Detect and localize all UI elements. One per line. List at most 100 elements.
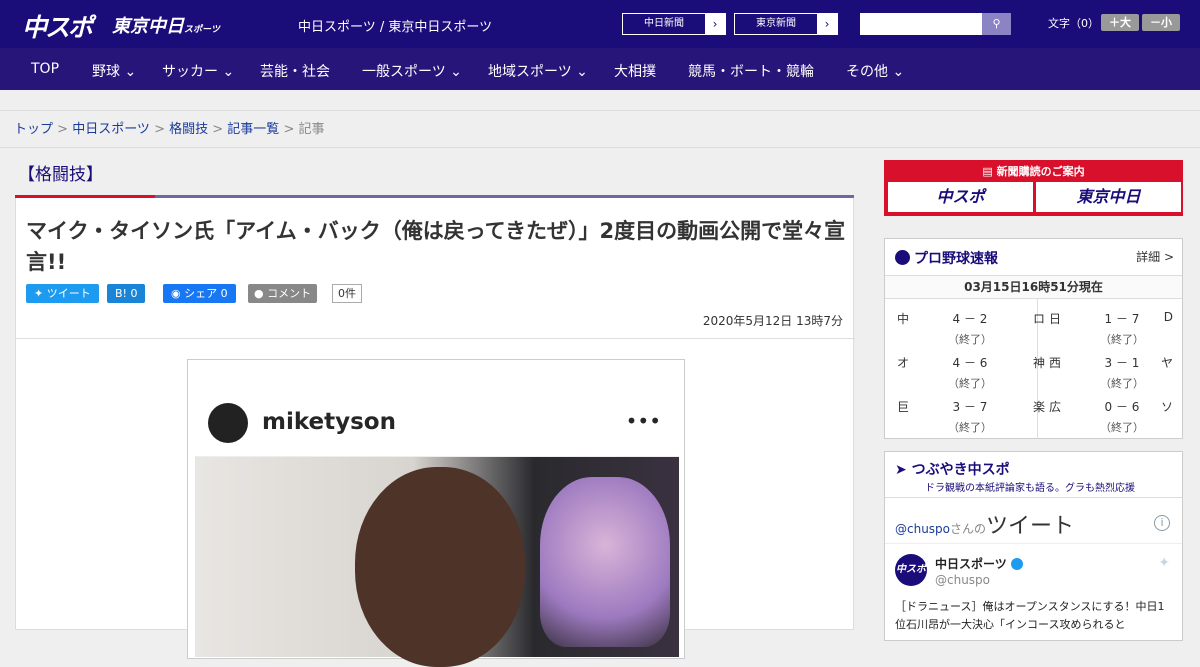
subscribe-title: ▤ 新聞購読のご案内: [885, 163, 1182, 179]
tokyo-chunichi-logo[interactable]: 東京中日スポーツ: [112, 12, 220, 38]
top-header: 中スポ 東京中日スポーツ 中日スポーツ / 東京中日スポーツ 中日新聞 › 東京…: [0, 0, 1200, 48]
score: 4 － 2: [952, 312, 988, 326]
baseball-scores-widget: プロ野球速報 詳細 > 03月15日16時51分現在 中 4 － 2 ロ （終了） 日…: [884, 238, 1183, 439]
team-home: 日: [1049, 312, 1062, 326]
scores-detail-link[interactable]: 詳細 >: [1136, 248, 1174, 265]
nav-general-sports[interactable]: 一般スポーツ ⌄: [362, 61, 462, 81]
instagram-photo: [195, 457, 679, 667]
breadcrumb-article-list[interactable]: 記事一覧: [227, 122, 279, 137]
score-row[interactable]: 巨 3 － 7 楽 （終了）: [897, 393, 1045, 437]
subscribe-box: ▤ 新聞購読のご案内 中スポ 東京中日: [884, 160, 1183, 216]
megaphone-icon: ➤: [895, 462, 912, 478]
score-row[interactable]: 広 0 － 6 ソ （終了）: [1049, 393, 1173, 437]
nav-local-sports[interactable]: 地域スポーツ ⌄: [488, 61, 588, 81]
game-status: （終了）: [948, 377, 992, 390]
team-home: 西: [1049, 356, 1062, 370]
breadcrumb-sep: >: [53, 122, 73, 137]
tweet-author-name-text: 中日スポーツ: [935, 557, 1007, 571]
tweet-text: ［ドラニュース］俺はオープンスタンスにする！中日1位石川昂が一大決心「インコース…: [895, 600, 1165, 631]
score-row[interactable]: 中 4 － 2 ロ （終了）: [897, 305, 1045, 349]
twitter-widget-subtitle: ドラ観戦の本紙評論家も語る。グラも熱烈応援: [925, 483, 1135, 494]
team-home: 巨: [897, 400, 910, 414]
breadcrumb-current: 記事: [298, 122, 325, 137]
instagram-embed[interactable]: miketyson •••: [187, 359, 685, 667]
tweet-label: ツイート: [46, 287, 91, 300]
chevron-right-icon: ›: [705, 14, 725, 34]
section-title: 【格闘技】: [18, 165, 103, 185]
search-input[interactable]: [860, 13, 982, 35]
site-name: 中日スポーツ / 東京中日スポーツ: [298, 20, 493, 35]
scores-title-text: プロ野球速報: [914, 251, 998, 267]
info-icon[interactable]: i: [1154, 515, 1170, 531]
breadcrumb-chunichi-sports[interactable]: 中日スポーツ: [72, 122, 150, 137]
speech-bubble-icon: ●: [254, 287, 268, 300]
scores-title: プロ野球速報: [895, 248, 998, 268]
game-status: （終了）: [1100, 421, 1144, 434]
tweet-author-name[interactable]: 中日スポーツ: [935, 555, 1023, 572]
twitter-bird-icon[interactable]: ✦: [1158, 555, 1170, 571]
nav-top[interactable]: TOP: [31, 61, 59, 77]
nav-racing[interactable]: 競馬・ボート・競輪: [688, 61, 814, 81]
score-row[interactable]: 西 3 － 1 ヤ （終了）: [1049, 349, 1173, 393]
nav-sumo[interactable]: 大相撲: [614, 61, 656, 81]
team-away: ソ: [1160, 400, 1173, 414]
facebook-share-button[interactable]: ◉ シェア 0: [163, 284, 236, 303]
main-nav: TOP 野球 ⌄ サッカー ⌄ 芸能・社会 一般スポーツ ⌄ 地域スポーツ ⌄ …: [0, 48, 1200, 90]
tokyo-shimbun-label: 東京新聞: [756, 18, 796, 29]
newspaper-icon: ▤: [982, 165, 997, 178]
verified-badge-icon: [1010, 558, 1023, 570]
breadcrumb: トップ > 中日スポーツ > 格闘技 > 記事一覧 > 記事: [0, 110, 1200, 148]
hatena-bookmark-button[interactable]: B! 0: [107, 284, 146, 303]
comment-button[interactable]: ● コメント: [248, 284, 318, 303]
avatar[interactable]: [208, 403, 248, 443]
subscribe-tokyo-chunichi-button[interactable]: 東京中日: [1036, 182, 1181, 212]
search-icon: ⚲: [992, 17, 1001, 30]
score: 1 － 7: [1104, 312, 1140, 326]
twitter-widget-title-text: つぶやき中スポ: [911, 462, 1010, 478]
avatar[interactable]: 中スポ: [895, 554, 927, 586]
font-size-label: 文字（0）: [1048, 17, 1099, 30]
nav-baseball[interactable]: 野球 ⌄: [92, 61, 136, 81]
twitter-timeline-heading: @chuspoさんのツイート: [895, 508, 1074, 540]
score-row[interactable]: オ 4 － 6 神 （終了）: [897, 349, 1045, 393]
search-button[interactable]: ⚲: [982, 13, 1011, 35]
score-row[interactable]: 日 1 － 7 D （終了）: [1049, 305, 1173, 349]
subscribe-title-text: 新聞購読のご案内: [996, 165, 1085, 178]
facebook-icon: ◉: [171, 287, 185, 300]
baseball-icon: [895, 250, 910, 265]
more-options-icon[interactable]: •••: [626, 409, 661, 433]
chuspo-logo[interactable]: 中スポ: [22, 8, 93, 44]
instagram-username[interactable]: miketyson: [262, 409, 396, 435]
breadcrumb-top[interactable]: トップ: [14, 122, 53, 137]
breadcrumb-sep: >: [149, 122, 170, 137]
score: 3 － 1: [1104, 356, 1140, 370]
tweet-author-handle[interactable]: @chuspo: [935, 573, 990, 587]
breadcrumb-fighting[interactable]: 格闘技: [169, 122, 208, 137]
logo-sub-text: 東京中日: [112, 16, 184, 37]
score: 4 － 6: [952, 356, 988, 370]
game-status: （終了）: [948, 333, 992, 346]
nav-soccer[interactable]: サッカー ⌄: [162, 61, 234, 81]
nav-other[interactable]: その他 ⌄: [846, 61, 904, 81]
tweet-button[interactable]: ✦ ツイート: [26, 284, 99, 303]
team-away: 神: [1032, 356, 1045, 370]
team-away: ロ: [1032, 312, 1045, 326]
font-larger-button[interactable]: ＋大: [1101, 14, 1139, 31]
team-away: 楽: [1032, 400, 1045, 414]
team-away: ヤ: [1160, 356, 1173, 370]
twitter-handle-link[interactable]: @chuspo: [895, 522, 950, 536]
nav-entertainment[interactable]: 芸能・社会: [260, 61, 330, 81]
portrait-image: [355, 467, 525, 667]
score: 3 － 7: [952, 400, 988, 414]
tokyo-shimbun-button[interactable]: 東京新聞 ›: [734, 13, 838, 35]
logo-sub-small: スポーツ: [184, 25, 220, 35]
team-home: 広: [1049, 400, 1062, 414]
chevron-right-icon: ›: [817, 14, 837, 34]
chunichi-shimbun-button[interactable]: 中日新聞 ›: [622, 13, 726, 35]
score: 0 － 6: [1104, 400, 1140, 414]
team-home: 中: [897, 312, 910, 326]
subscribe-chuspo-button[interactable]: 中スポ: [888, 182, 1033, 212]
font-smaller-button[interactable]: －小: [1142, 14, 1180, 31]
instagram-embed-inner: miketyson •••: [195, 367, 679, 667]
breadcrumb-sep: >: [279, 122, 299, 137]
